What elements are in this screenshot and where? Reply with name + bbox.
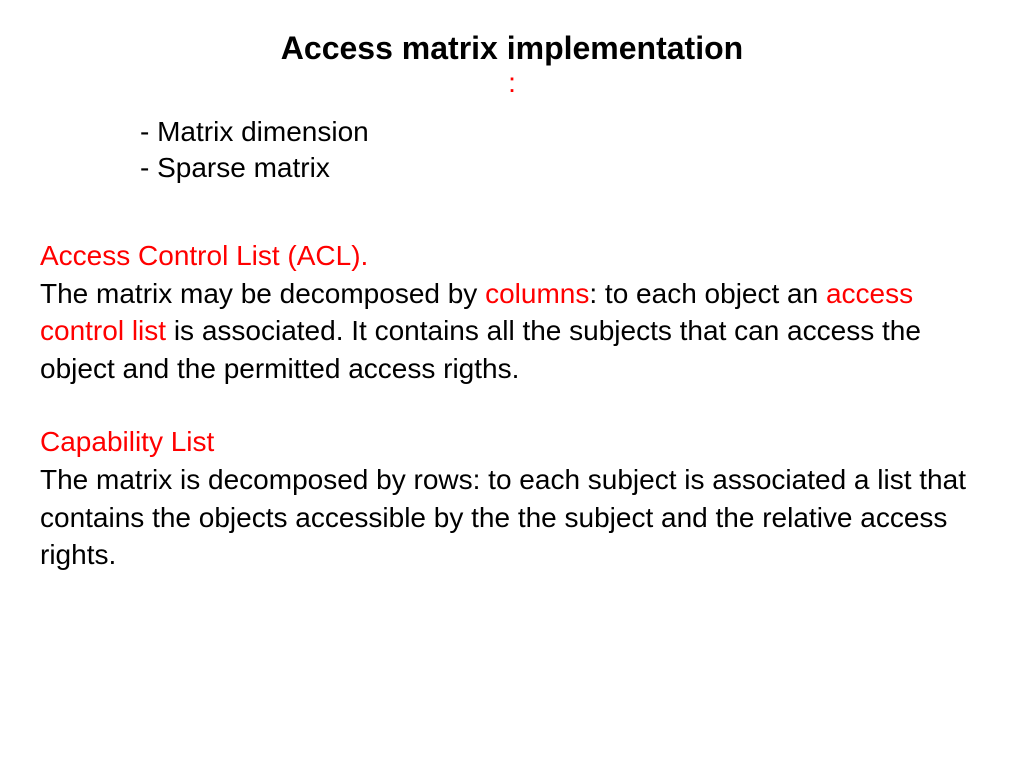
acl-text-part: The matrix may be decomposed by xyxy=(40,278,485,309)
acl-body: The matrix may be decomposed by columns:… xyxy=(40,275,984,388)
bullet-item: - Sparse matrix xyxy=(140,150,984,186)
capability-heading: Capability List xyxy=(40,423,984,461)
acl-section: Access Control List (ACL). The matrix ma… xyxy=(40,237,984,388)
bullet-item: - Matrix dimension xyxy=(140,114,984,150)
title-colon: : xyxy=(40,67,984,99)
acl-text-part: is associated. It contains all the subje… xyxy=(40,315,921,384)
capability-section: Capability List The matrix is decomposed… xyxy=(40,423,984,574)
acl-heading: Access Control List (ACL). xyxy=(40,237,984,275)
bullet-list: - Matrix dimension - Sparse matrix xyxy=(140,114,984,187)
slide-title: Access matrix implementation xyxy=(40,30,984,67)
acl-highlight-columns: columns xyxy=(485,278,589,309)
capability-body: The matrix is decomposed by rows: to eac… xyxy=(40,461,984,574)
acl-text-part: : to each object an xyxy=(589,278,826,309)
